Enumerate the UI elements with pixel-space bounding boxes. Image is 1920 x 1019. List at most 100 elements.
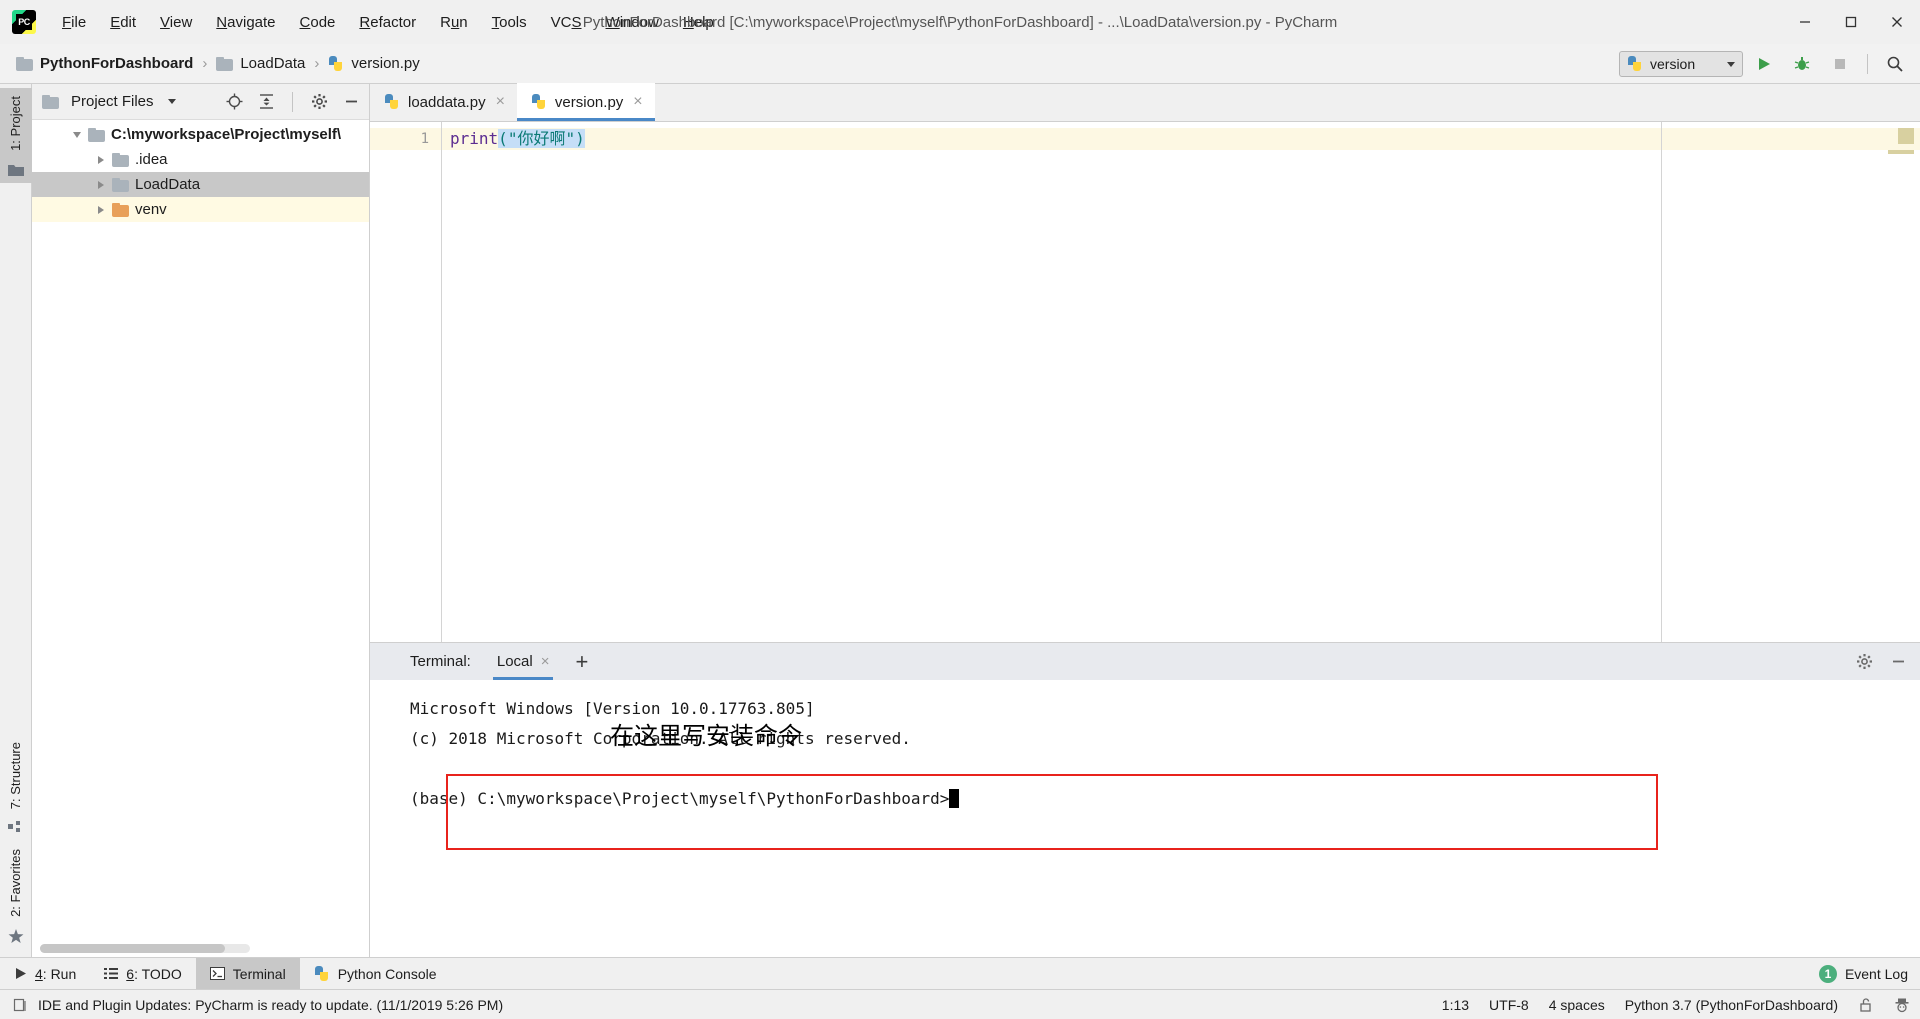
debug-button[interactable]: [1785, 47, 1819, 81]
indent-indicator[interactable]: 4 spaces: [1549, 997, 1605, 1013]
terminal-output[interactable]: Microsoft Windows [Version 10.0.17763.80…: [370, 680, 1920, 957]
sidebar-item-project-label: 1: Project: [8, 96, 23, 151]
tree-row-venv[interactable]: venv: [32, 197, 369, 222]
hide-panel-icon[interactable]: [339, 90, 363, 114]
bottom-tab-python-console[interactable]: Python Console: [300, 958, 451, 990]
gear-icon[interactable]: [1852, 650, 1876, 674]
menu-file[interactable]: File: [50, 10, 98, 35]
terminal-caret: [949, 789, 960, 808]
code-editor[interactable]: 1 print("你好啊"): [370, 122, 1920, 642]
project-panel-title: Project Files: [71, 93, 154, 110]
terminal-prompt-line[interactable]: (base) C:\myworkspace\Project\myself\Pyt…: [410, 784, 1920, 814]
hector-icon[interactable]: [1894, 997, 1910, 1013]
editor-tab-label: version.py: [554, 93, 624, 111]
close-icon[interactable]: ×: [496, 94, 505, 110]
editor-gutter[interactable]: 1: [370, 122, 442, 642]
minimize-icon[interactable]: [1782, 0, 1828, 44]
add-terminal-icon[interactable]: +: [575, 650, 588, 673]
terminal-tool-window: Terminal: Local × + Microsoft Windows [V…: [370, 642, 1920, 957]
interpreter-indicator[interactable]: Python 3.7 (PythonForDashboard): [1625, 997, 1838, 1013]
project-folder-icon: [7, 164, 24, 176]
encoding-indicator[interactable]: UTF-8: [1489, 997, 1529, 1013]
bottom-tab-todo[interactable]: 6: TODO: [90, 958, 196, 990]
structure-icon: [7, 821, 20, 833]
collapse-all-icon[interactable]: [254, 90, 278, 114]
menu-refactor[interactable]: Refactor: [347, 10, 428, 35]
sidebar-item-structure[interactable]: 7: Structure: [7, 734, 24, 841]
folder-icon: [42, 94, 59, 109]
menu-navigate[interactable]: Navigate: [204, 10, 287, 35]
project-tree-horizontal-scrollbar[interactable]: [40, 944, 250, 953]
folder-orange-icon: [112, 202, 129, 217]
error-stripe-mark[interactable]: [1898, 128, 1914, 144]
menu-view[interactable]: View: [148, 10, 204, 35]
expand-arrow-right-icon[interactable]: [90, 180, 112, 189]
breadcrumb-version-py[interactable]: version.py: [326, 53, 421, 74]
event-log-label: Event Log: [1844, 965, 1908, 982]
expand-arrow-right-icon[interactable]: [90, 205, 112, 214]
editor-tab-version[interactable]: version.py ×: [516, 83, 655, 121]
editor-tab-bar: loaddata.py × version.py ×: [370, 83, 1920, 122]
close-icon[interactable]: [1874, 0, 1920, 44]
caret-position[interactable]: 1:13: [1442, 997, 1469, 1013]
status-bar: IDE and Plugin Updates: PyCharm is ready…: [0, 989, 1920, 1019]
run-configuration-label: version: [1650, 56, 1696, 72]
annotation-text: 在这里写安装命令: [610, 722, 802, 750]
menu-window[interactable]: Window: [594, 10, 671, 35]
menu-code[interactable]: Code: [288, 10, 348, 35]
sidebar-item-favorites-label: 2: Favorites: [8, 849, 23, 917]
menu-bar: File Edit View Navigate Code Refactor Ru…: [50, 10, 726, 35]
main-body: 1: Project 7: Structure 2: Favorites Pro…: [0, 83, 1920, 957]
locate-icon[interactable]: [222, 90, 246, 114]
python-file-icon: [328, 55, 344, 72]
breadcrumb-label: version.py: [351, 55, 420, 72]
run-configuration-selector[interactable]: version: [1619, 51, 1743, 77]
menu-vcs[interactable]: VCS: [539, 10, 594, 35]
tree-row-root[interactable]: C:\myworkspace\Project\myself\: [32, 122, 369, 147]
navigation-bar: PythonForDashboard › LoadData › version.…: [0, 44, 1920, 84]
project-tree[interactable]: C:\myworkspace\Project\myself\ .idea Loa…: [32, 120, 369, 957]
terminal-tab-local[interactable]: Local ×: [492, 643, 554, 680]
maximize-icon[interactable]: [1828, 0, 1874, 44]
code-token-open-paren: (: [498, 129, 508, 148]
menu-tools[interactable]: Tools: [480, 10, 539, 35]
run-button[interactable]: [1747, 47, 1781, 81]
bottom-tab-label: 6: TODO: [126, 965, 182, 982]
terminal-header-actions: [1852, 643, 1910, 680]
folder-icon: [216, 56, 234, 71]
menu-help[interactable]: Help: [671, 10, 726, 35]
dropdown-icon[interactable]: [167, 99, 176, 104]
python-icon: [314, 965, 330, 982]
unlock-icon[interactable]: [1858, 997, 1874, 1013]
expand-arrow-right-icon[interactable]: [90, 155, 112, 164]
terminal-header-label: Terminal:: [410, 653, 471, 670]
sidebar-item-project[interactable]: 1: Project: [0, 88, 32, 183]
editor-tab-loaddata[interactable]: loaddata.py ×: [370, 83, 517, 121]
stop-button[interactable]: [1823, 47, 1857, 81]
expand-arrow-down-icon[interactable]: [66, 131, 88, 138]
line-number: 1: [370, 128, 441, 150]
menu-edit[interactable]: Edit: [98, 10, 148, 35]
tree-row-loaddata[interactable]: LoadData: [32, 172, 369, 197]
bottom-tool-stripe: 4: Run 6: TODO Terminal Python Console 1: [0, 957, 1920, 990]
pycharm-logo-icon: PC: [12, 10, 36, 34]
status-message-group[interactable]: IDE and Plugin Updates: PyCharm is ready…: [12, 997, 503, 1013]
breadcrumb-separator: ›: [314, 55, 320, 72]
bottom-tab-run[interactable]: 4: Run: [0, 958, 90, 990]
error-stripe-mark-secondary[interactable]: [1888, 150, 1914, 154]
sidebar-item-favorites[interactable]: 2: Favorites: [8, 841, 24, 949]
event-log-button[interactable]: 1 Event Log: [1818, 964, 1908, 983]
bottom-tab-terminal[interactable]: Terminal: [195, 957, 300, 990]
navbar-actions: version: [1619, 44, 1912, 84]
close-icon[interactable]: ×: [633, 94, 642, 110]
menu-run[interactable]: Run: [428, 10, 480, 35]
breadcrumb-loaddata[interactable]: LoadData: [214, 53, 307, 74]
search-everywhere-icon[interactable]: [1878, 47, 1912, 81]
close-icon[interactable]: ×: [541, 653, 550, 670]
tree-row-idea[interactable]: .idea: [32, 147, 369, 172]
editor-code-area[interactable]: print("你好啊"): [442, 122, 1920, 642]
breadcrumb-project[interactable]: PythonForDashboard: [14, 53, 195, 74]
tree-row-label: C:\myworkspace\Project\myself\: [111, 126, 342, 143]
hide-panel-icon[interactable]: [1886, 650, 1910, 674]
gear-icon[interactable]: [307, 90, 331, 114]
